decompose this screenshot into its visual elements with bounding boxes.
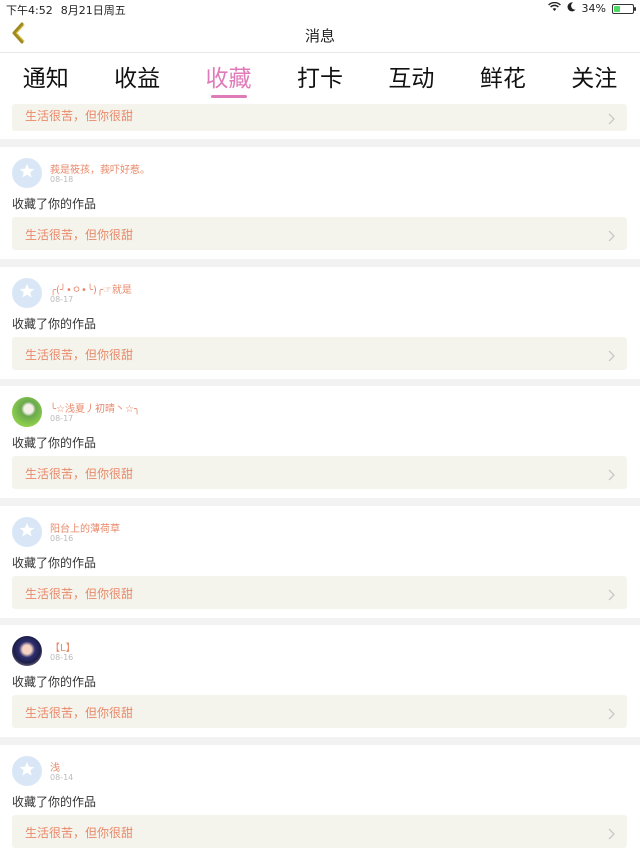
moon-icon xyxy=(567,2,576,15)
action-text: 收藏了你的作品 xyxy=(12,197,97,211)
action-text: 收藏了你的作品 xyxy=(12,436,97,450)
action-text: 收藏了你的作品 xyxy=(12,316,97,331)
work-title: 生活很苦，但你很甜 xyxy=(25,586,134,601)
work-title: 生活很苦，但你很甜 xyxy=(25,109,134,123)
chevron-right-icon xyxy=(608,110,615,129)
work-link[interactable]: 生活很苦，但你很甜 xyxy=(12,575,627,609)
work-link[interactable]: 生活很苦，但你很甜 xyxy=(12,456,627,489)
tab-4[interactable]: 互动 xyxy=(366,53,457,104)
status-time: 下午4:52 xyxy=(6,4,53,17)
status-bar: 下午4:52 8月21日周五 34% xyxy=(0,0,640,17)
page-title: 消息 xyxy=(304,27,335,45)
status-date: 8月21日周五 xyxy=(60,4,126,17)
wifi-icon xyxy=(547,1,561,15)
avatar[interactable] xyxy=(12,636,42,666)
tab-1[interactable]: 收益 xyxy=(91,53,182,104)
timestamp: 08-14 xyxy=(50,772,74,782)
user-name[interactable]: 莪是筱孩，莪吓好惹。 xyxy=(50,161,150,176)
work-title: 生活很苦，但你很甜 xyxy=(25,228,134,242)
tab-label: 关注 xyxy=(571,66,618,92)
star-icon xyxy=(18,162,36,184)
user-name[interactable]: ╰☆浅夏丿初晴丶☆╮ xyxy=(50,400,140,415)
avatar[interactable] xyxy=(12,755,42,786)
user-name[interactable]: 【L】 xyxy=(50,639,76,654)
tab-label: 互动 xyxy=(388,66,435,92)
list-item: 莪是筱孩，莪吓好惹。 08-18 收藏了你的作品生活很苦，但你很甜 xyxy=(0,147,640,259)
avatar[interactable] xyxy=(12,516,42,547)
user-name[interactable]: ╭(╯•ㅇ•╰)╭☞就是 xyxy=(50,281,132,296)
tab-label: 收藏 xyxy=(205,66,252,92)
action-text: 收藏了你的作品 xyxy=(12,555,97,570)
chevron-right-icon xyxy=(608,705,615,724)
list-item-partial: 生活很苦，但你很甜 xyxy=(0,104,640,139)
work-title: 生活很苦，但你很甜 xyxy=(25,825,134,840)
chevron-right-icon xyxy=(608,466,615,485)
tab-label: 通知 xyxy=(22,66,69,92)
chevron-right-icon xyxy=(608,825,615,844)
chevron-right-icon xyxy=(608,227,615,246)
timestamp: 08-16 xyxy=(50,533,74,543)
user-name[interactable]: 阳台上的薄荷草 xyxy=(50,520,120,535)
star-icon xyxy=(18,282,36,304)
work-link[interactable]: 生活很苦，但你很甜 xyxy=(12,217,627,250)
avatar[interactable] xyxy=(12,397,42,427)
navigation-bar: 消息 xyxy=(0,17,640,53)
battery-level-fill xyxy=(614,5,620,12)
favorites-list: 生活很苦，但你很甜 莪是筱孩，莪吓好惹。 08-18 收藏了你的作品 生活很苦，但你很… xyxy=(0,104,640,853)
work-link[interactable]: 生活很苦，但你很甜 xyxy=(12,814,627,848)
work-title: 生活很苦，但你很甜 xyxy=(25,467,134,481)
work-link[interactable]: 生活很苦，但你很甜 xyxy=(12,695,627,728)
list-item: ╭(╯•ㅇ•╰)╭☞就是 08-17 收藏了你的作品生活很苦，但你很甜 xyxy=(0,266,640,379)
star-icon xyxy=(18,521,36,543)
work-title: 生活很苦，但你很甜 xyxy=(25,347,134,362)
timestamp: 08-18 xyxy=(50,175,74,184)
tab-2[interactable]: 收藏 xyxy=(183,53,274,104)
user-name[interactable]: 浅 xyxy=(50,759,60,774)
tab-0[interactable]: 通知 xyxy=(0,53,91,104)
action-text: 收藏了你的作品 xyxy=(12,675,97,689)
active-tab-indicator xyxy=(210,95,247,98)
tab-bar: 通知 收益 收藏 打卡 互动 鲜花 关注 xyxy=(0,53,640,104)
avatar[interactable] xyxy=(12,277,42,308)
star-icon xyxy=(18,760,36,782)
tab-5[interactable]: 鲜花 xyxy=(457,53,548,104)
tab-label: 收益 xyxy=(114,66,161,92)
list-item: 浅 08-14 收藏了你的作品生活很苦，但你很甜 xyxy=(0,744,640,853)
tab-label: 打卡 xyxy=(296,66,343,92)
timestamp: 08-16 xyxy=(50,653,74,662)
work-link[interactable]: 生活很苦，但你很甜 xyxy=(12,104,627,131)
battery-icon xyxy=(612,3,636,14)
tab-label: 鲜花 xyxy=(479,66,526,92)
work-link[interactable]: 生活很苦，但你很甜 xyxy=(12,336,627,370)
list-item: 【L】 08-16 收藏了你的作品生活很苦，但你很甜 xyxy=(0,625,640,737)
chevron-right-icon xyxy=(608,347,615,366)
list-item: 阳台上的薄荷草 08-16 收藏了你的作品生活很苦，但你很甜 xyxy=(0,505,640,618)
tab-3[interactable]: 打卡 xyxy=(274,53,365,104)
tab-6[interactable]: 关注 xyxy=(549,53,640,104)
battery-percent: 34% xyxy=(581,2,606,15)
action-text: 收藏了你的作品 xyxy=(12,794,97,809)
list-item: ╰☆浅夏丿初晴丶☆╮ 08-17 收藏了你的作品生活很苦，但你很甜 xyxy=(0,386,640,498)
timestamp: 08-17 xyxy=(50,414,74,423)
work-title: 生活很苦，但你很甜 xyxy=(25,706,134,720)
chevron-right-icon xyxy=(608,586,615,605)
timestamp: 08-17 xyxy=(50,294,74,304)
avatar[interactable] xyxy=(12,158,42,188)
